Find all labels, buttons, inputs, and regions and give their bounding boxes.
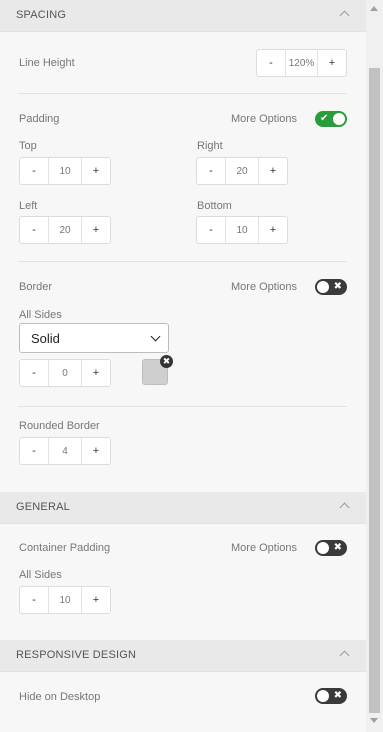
decrement-button[interactable]: - xyxy=(197,217,225,243)
padding-top-label: Top xyxy=(19,140,37,152)
padding-bottom-label: Bottom xyxy=(197,200,232,212)
increment-button[interactable]: + xyxy=(82,438,110,464)
clear-color-icon[interactable]: ✖ xyxy=(160,355,173,368)
chevron-up-icon[interactable] xyxy=(339,650,350,661)
increment-button[interactable]: + xyxy=(259,158,287,184)
responsive-section-header[interactable]: RESPONSIVE DESIGN xyxy=(0,640,366,672)
scroll-up-arrow-icon[interactable] xyxy=(370,6,378,11)
decrement-button[interactable]: - xyxy=(197,158,225,184)
padding-top-value[interactable]: 10 xyxy=(48,158,82,184)
close-icon: ✖ xyxy=(333,542,342,553)
padding-bottom-value[interactable]: 10 xyxy=(225,217,259,243)
divider xyxy=(18,261,347,262)
padding-label: Padding xyxy=(19,113,60,125)
decrement-button[interactable]: - xyxy=(20,438,48,464)
increment-button[interactable]: + xyxy=(82,587,110,613)
close-icon: ✖ xyxy=(333,281,342,292)
divider xyxy=(18,406,347,407)
border-more-options-label: More Options xyxy=(231,281,298,293)
border-style-value: Solid xyxy=(31,331,60,346)
increment-button[interactable]: + xyxy=(82,360,110,386)
increment-button[interactable]: + xyxy=(82,217,110,243)
toggle-knob xyxy=(317,281,329,293)
padding-more-options-label: More Options xyxy=(231,113,298,125)
general-section-header[interactable]: GENERAL xyxy=(0,492,366,524)
line-height-label: Line Height xyxy=(19,57,75,69)
decrement-button[interactable]: - xyxy=(20,217,48,243)
chevron-up-icon[interactable] xyxy=(339,10,350,21)
border-label: Border xyxy=(19,281,53,293)
section-title: SPACING xyxy=(16,9,67,21)
container-padding-label: Container Padding xyxy=(19,542,111,554)
settings-panel: SPACING Line Height - 120% + Padding Mor… xyxy=(0,0,366,732)
increment-button[interactable]: + xyxy=(82,158,110,184)
padding-left-stepper: - 20 + xyxy=(19,216,111,244)
section-title: GENERAL xyxy=(16,501,70,513)
container-padding-stepper: - 10 + xyxy=(19,586,111,614)
section-title: RESPONSIVE DESIGN xyxy=(16,649,137,661)
padding-right-value[interactable]: 20 xyxy=(225,158,259,184)
scrollbar-thumb[interactable] xyxy=(369,68,380,713)
chevron-up-icon[interactable] xyxy=(339,502,350,513)
check-icon: ✔ xyxy=(320,113,329,124)
padding-left-value[interactable]: 20 xyxy=(48,217,82,243)
padding-more-options-toggle[interactable]: ✔ xyxy=(315,111,347,127)
border-width-value[interactable]: 0 xyxy=(48,360,82,386)
hide-on-desktop-label: Hide on Desktop xyxy=(19,691,101,703)
toggle-knob xyxy=(333,113,345,125)
container-all-sides-label: All Sides xyxy=(19,569,62,581)
border-width-stepper: - 0 + xyxy=(19,359,111,387)
divider xyxy=(18,93,347,94)
rounded-border-label: Rounded Border xyxy=(19,420,100,432)
increment-button[interactable]: + xyxy=(318,50,346,76)
close-icon: ✖ xyxy=(333,690,342,701)
scroll-down-arrow-icon[interactable] xyxy=(370,718,378,723)
padding-right-label: Right xyxy=(197,140,223,152)
decrement-button[interactable]: - xyxy=(257,50,285,76)
border-style-select[interactable]: Solid xyxy=(19,323,169,353)
padding-bottom-stepper: - 10 + xyxy=(196,216,288,244)
container-padding-more-options-label: More Options xyxy=(231,542,298,554)
line-height-stepper: - 120% + xyxy=(256,49,347,77)
padding-right-stepper: - 20 + xyxy=(196,157,288,185)
chevron-down-icon xyxy=(150,331,161,342)
border-all-sides-label: All Sides xyxy=(19,309,62,321)
toggle-knob xyxy=(317,542,329,554)
spacing-section-header[interactable]: SPACING xyxy=(0,0,366,32)
rounded-border-stepper: - 4 + xyxy=(19,437,111,465)
container-padding-value[interactable]: 10 xyxy=(48,587,82,613)
decrement-button[interactable]: - xyxy=(20,360,48,386)
rounded-border-value[interactable]: 4 xyxy=(48,438,82,464)
hide-on-desktop-toggle[interactable]: ✖ xyxy=(315,688,347,704)
padding-top-stepper: - 10 + xyxy=(19,157,111,185)
border-more-options-toggle[interactable]: ✖ xyxy=(315,279,347,295)
decrement-button[interactable]: - xyxy=(20,587,48,613)
padding-left-label: Left xyxy=(19,200,38,212)
line-height-value[interactable]: 120% xyxy=(285,50,318,76)
container-padding-toggle[interactable]: ✖ xyxy=(315,540,347,556)
toggle-knob xyxy=(317,690,329,702)
increment-button[interactable]: + xyxy=(259,217,287,243)
scrollbar[interactable] xyxy=(366,0,383,732)
decrement-button[interactable]: - xyxy=(20,158,48,184)
